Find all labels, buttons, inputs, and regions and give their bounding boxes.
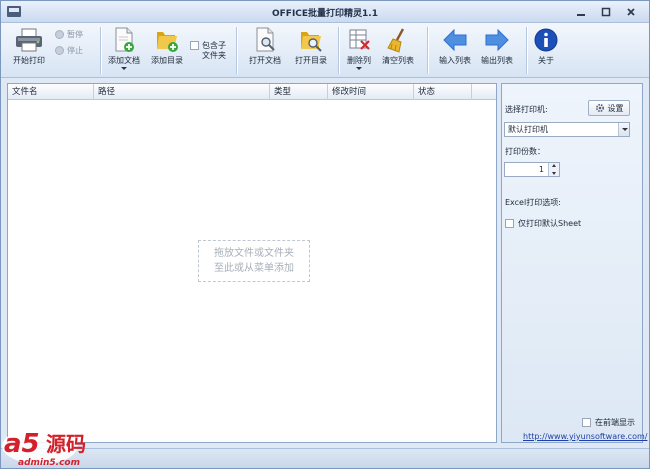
stop-button[interactable]: 停止: [55, 45, 83, 56]
file-list[interactable]: 文件名 路径 类型 修改时间 状态 拖放文件或文件夹 至此或从菜单添加: [7, 83, 497, 443]
add-document-button[interactable]: 添加文档: [105, 27, 143, 70]
drop-hint-line1: 拖放文件或文件夹: [214, 248, 294, 259]
pause-label: 暂停: [67, 30, 83, 39]
import-list-label: 输入列表: [439, 56, 471, 65]
toolbar-separator: [100, 27, 101, 74]
print-default-sheet-box[interactable]: [505, 219, 514, 228]
add-document-dropdown-icon[interactable]: [121, 67, 127, 70]
window-title: OFFICE批量打印精灵1.1: [272, 9, 378, 19]
spin-arrows-icon[interactable]: [548, 163, 559, 176]
start-print-label: 开始打印: [13, 56, 45, 65]
open-folder-label: 打开目录: [295, 56, 327, 65]
open-folder-icon: [301, 32, 322, 52]
always-on-top-checkbox[interactable]: 在前端显示: [582, 417, 635, 428]
export-list-label: 输出列表: [481, 56, 513, 65]
column-header-status[interactable]: 状态: [414, 84, 472, 100]
clear-list-button[interactable]: 清空列表: [378, 27, 418, 66]
column-header-path[interactable]: 路径: [94, 84, 270, 100]
open-document-icon: [256, 27, 275, 52]
drop-hint-line2: 至此或从菜单添加: [214, 263, 294, 274]
column-header-type[interactable]: 类型: [270, 84, 328, 100]
column-header-filename[interactable]: 文件名: [8, 84, 94, 100]
open-folder-button[interactable]: 打开目录: [291, 27, 331, 66]
gear-icon: [595, 103, 604, 113]
printer-settings-label: 设置: [607, 103, 624, 113]
printer-select-value: 默认打印机: [508, 125, 548, 134]
pause-icon: [55, 30, 64, 39]
copies-label: 打印份数：: [505, 147, 545, 156]
start-print-button[interactable]: 开始打印: [9, 27, 49, 66]
printer-icon: [16, 28, 42, 52]
export-list-button[interactable]: 输出列表: [477, 27, 517, 66]
import-list-button[interactable]: 输入列表: [435, 27, 475, 66]
column-header-modified[interactable]: 修改时间: [328, 84, 414, 100]
maximize-icon: [601, 7, 611, 17]
open-document-label: 打开文档: [249, 56, 281, 65]
clear-list-label: 清空列表: [382, 56, 414, 65]
settings-panel: 选择打印机: 设置 默认打印机 打印份数： 1 Excel打印选项: 仅打印默认…: [501, 83, 647, 443]
delete-column-button[interactable]: 删除列: [342, 27, 376, 70]
info-icon: [534, 28, 558, 52]
a5-watermark-logo: a5 源码 admin5.com: [2, 428, 86, 468]
svg-text:源码: 源码: [46, 432, 86, 456]
about-button[interactable]: 关于: [532, 27, 560, 66]
add-document-label: 添加文档: [108, 56, 140, 65]
stop-icon: [55, 46, 64, 55]
delete-column-label: 删除列: [347, 56, 371, 65]
copies-stepper[interactable]: 1: [504, 162, 560, 177]
include-subfolders-label-line2: 文件夹: [202, 51, 226, 60]
file-list-header: 文件名 路径 类型 修改时间 状态: [8, 84, 496, 100]
include-subfolders-label-line1: 包含子: [202, 41, 226, 50]
add-folder-button[interactable]: 添加目录: [148, 27, 186, 66]
toolbar-ribbon: 开始打印 暂停 停止 添加文档 添加目录 包含子 文件夹 打开文档 打开目录 删…: [1, 23, 649, 78]
svg-text:admin5.com: admin5.com: [18, 458, 80, 468]
minimize-button[interactable]: [570, 5, 592, 19]
include-subfolders-label: 包含子 文件夹: [202, 41, 226, 61]
add-folder-label: 添加目录: [151, 56, 183, 65]
title-bar[interactable]: OFFICE批量打印精灵1.1: [1, 1, 649, 23]
drop-hint: 拖放文件或文件夹 至此或从菜单添加: [198, 240, 310, 282]
include-subfolders-checkbox[interactable]: 包含子 文件夹: [190, 41, 226, 61]
app-window: OFFICE批量打印精灵1.1 开始打印 暂停 停止 添加文档 添加目录 包含子…: [0, 0, 650, 469]
copies-value: 1: [538, 165, 544, 174]
always-on-top-label: 在前端显示: [595, 418, 635, 427]
arrow-left-icon: [443, 28, 467, 52]
toolbar-separator: [427, 27, 428, 74]
toolbar-separator: [526, 27, 527, 74]
always-on-top-box[interactable]: [582, 418, 591, 427]
printer-settings-button[interactable]: 设置: [588, 100, 630, 116]
arrow-right-icon: [485, 28, 509, 52]
select-printer-label: 选择打印机:: [505, 105, 548, 114]
close-button[interactable]: [620, 5, 642, 19]
stop-label: 停止: [67, 46, 83, 55]
website-link[interactable]: http://www.yiyunsoftware.com/: [523, 432, 647, 441]
print-default-sheet-checkbox[interactable]: 仅打印默认Sheet: [505, 218, 581, 229]
excel-options-label: Excel打印选项:: [505, 198, 561, 207]
toolbar-separator: [236, 27, 237, 74]
delete-column-dropdown-icon[interactable]: [356, 67, 362, 70]
close-icon: [627, 8, 635, 16]
svg-text:a5: a5: [4, 429, 40, 459]
about-label: 关于: [538, 56, 554, 65]
printer-select[interactable]: 默认打印机: [504, 122, 630, 137]
pause-button[interactable]: 暂停: [55, 29, 83, 40]
open-document-button[interactable]: 打开文档: [245, 27, 285, 66]
delete-column-icon: [349, 29, 370, 50]
toolbar-separator: [338, 27, 339, 74]
add-folder-icon: [157, 32, 178, 52]
maximize-button[interactable]: [595, 5, 617, 19]
include-subfolders-box[interactable]: [190, 41, 199, 50]
chevron-down-icon[interactable]: [618, 123, 629, 136]
minimize-icon: [577, 14, 585, 16]
add-document-icon: [115, 27, 134, 52]
print-default-sheet-label: 仅打印默认Sheet: [518, 219, 582, 228]
broom-icon: [387, 28, 405, 53]
